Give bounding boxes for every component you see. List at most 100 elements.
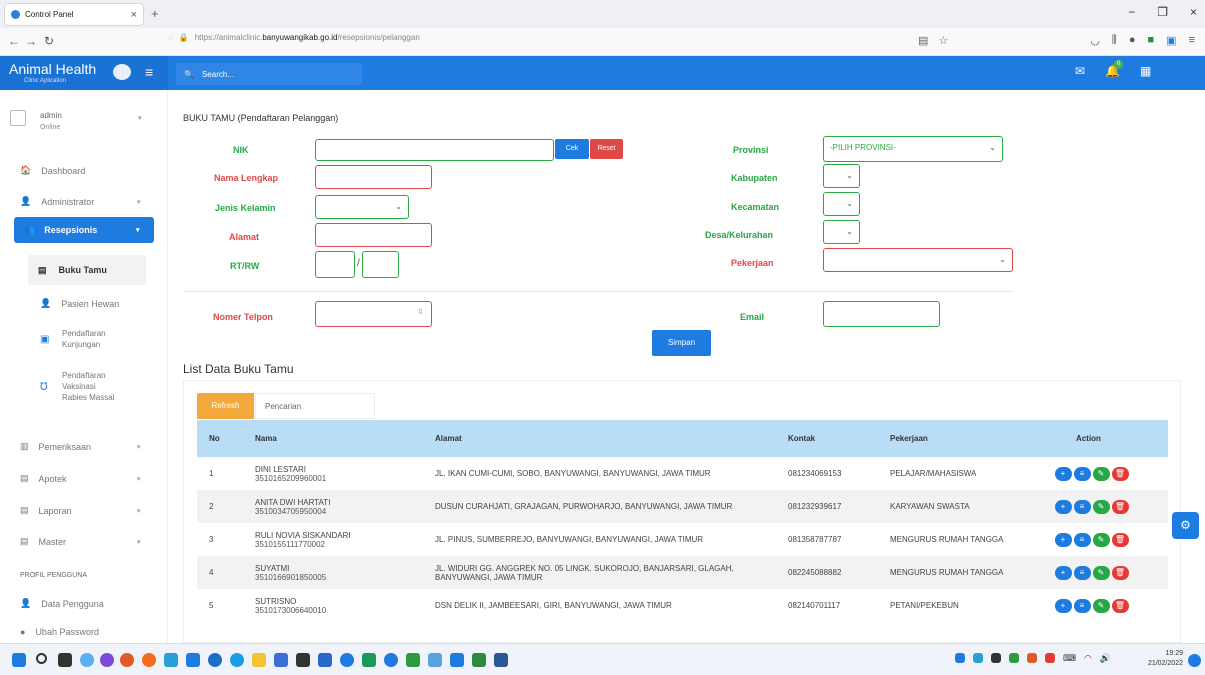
tray-icon[interactable]	[991, 653, 1001, 663]
edit-icon[interactable]: ✎	[1092, 598, 1110, 613]
firefox-icon[interactable]	[142, 653, 156, 667]
user-menu-chevron-icon[interactable]: ▾	[138, 114, 142, 122]
list-icon[interactable]: ≡	[1073, 499, 1091, 514]
delete-icon[interactable]: 🗑	[1111, 532, 1129, 547]
sidebar-item-data-pengguna[interactable]: 👤 Data Pengguna	[20, 598, 104, 609]
pocket-icon[interactable]: ◡	[1090, 34, 1100, 47]
notification-bell-icon[interactable]: 🔔 0	[1105, 60, 1124, 78]
list-icon[interactable]: ≡	[1073, 532, 1091, 547]
taskbar-app-icon[interactable]	[120, 653, 134, 667]
apps-grid-icon[interactable]: ▦	[1140, 64, 1151, 78]
edge-icon[interactable]	[230, 653, 244, 667]
edit-icon[interactable]: ✎	[1092, 499, 1110, 514]
edit-icon[interactable]: ✎	[1092, 466, 1110, 481]
sidebar-item-pendaftaran-kunjungan[interactable]: Pendaftaran Kunjungan	[62, 328, 106, 350]
taskbar-app-icon[interactable]	[80, 653, 94, 667]
sidebar-item-vaksinasi[interactable]: Pendaftaran Vaksinasi Rabies Massal	[62, 370, 114, 403]
sidebar-item-resepsionis[interactable]: 👥 Resepsionis ▾	[14, 217, 154, 243]
taskbar-app-icon[interactable]	[208, 653, 222, 667]
taskbar-app-icon[interactable]	[472, 653, 486, 667]
tray-icon[interactable]	[1045, 653, 1055, 663]
sidebar-item-ubah-password[interactable]: ● Ubah Password	[20, 627, 99, 637]
kabupaten-select[interactable]: ⌄	[823, 164, 860, 188]
back-icon[interactable]: ←	[8, 34, 20, 48]
jenis-kelamin-select[interactable]: ⌄	[315, 195, 409, 219]
windows-start-icon[interactable]	[12, 653, 26, 667]
word-icon[interactable]	[494, 653, 508, 667]
kecamatan-select[interactable]: ⌄	[823, 192, 860, 216]
pekerjaan-select[interactable]: ⌄	[823, 248, 1013, 272]
extension-icon[interactable]: ■	[1148, 34, 1155, 47]
volume-icon[interactable]: 🔊	[1100, 653, 1111, 664]
library-icon[interactable]: ⫼	[1112, 34, 1117, 47]
provinsi-select[interactable]: -PILIH PROVINSI- ⌄	[823, 136, 1003, 162]
tray-icon[interactable]	[1027, 653, 1037, 663]
sidebar-item-pasien-hewan[interactable]: 👤 Pasien Hewan	[40, 298, 119, 309]
list-icon[interactable]: ≡	[1073, 565, 1091, 580]
close-window-icon[interactable]: ×	[1190, 5, 1197, 19]
alamat-field[interactable]	[315, 223, 432, 247]
delete-icon[interactable]: 🗑	[1111, 499, 1129, 514]
keyboard-icon[interactable]: ⌨	[1063, 653, 1076, 664]
taskbar-app-icon[interactable]	[362, 653, 376, 667]
nama-field[interactable]	[315, 165, 432, 189]
sidebar-item-buku-tamu[interactable]: ▤ Buku Tamu	[28, 255, 146, 285]
delete-icon[interactable]: 🗑	[1111, 565, 1129, 580]
nik-field[interactable]	[315, 139, 554, 161]
taskbar-app-icon[interactable]	[274, 653, 288, 667]
search-icon[interactable]	[36, 653, 47, 664]
delete-icon[interactable]: 🗑	[1111, 466, 1129, 481]
delete-icon[interactable]: 🗑	[1111, 598, 1129, 613]
account-icon[interactable]: ●	[1129, 34, 1136, 47]
photos-icon[interactable]	[428, 653, 442, 667]
add-icon[interactable]: +	[1054, 466, 1072, 481]
settings-gear-icon[interactable]: ⚙	[1172, 512, 1199, 539]
maximize-icon[interactable]: ❐	[1157, 5, 1168, 19]
reload-icon[interactable]: ↻	[44, 34, 54, 48]
list-icon[interactable]: ≡	[1073, 466, 1091, 481]
file-explorer-icon[interactable]	[252, 653, 266, 667]
sidebar-item-apotek[interactable]: ▤ Apotek ▾	[20, 473, 141, 484]
sidebar-item-pemeriksaan[interactable]: ▥ Pemeriksaan ▾	[20, 441, 141, 452]
taskbar-app-icon[interactable]	[340, 653, 354, 667]
list-icon[interactable]: ≡	[1073, 598, 1091, 613]
tab-pencarian[interactable]: Pencarian	[255, 393, 375, 419]
reader-icon[interactable]: ▤	[918, 34, 928, 47]
tray-icon[interactable]	[1009, 653, 1019, 663]
tray-icon[interactable]	[973, 653, 983, 663]
address-bar[interactable]: ◌ 🔒 https://animalclinic.banyuwangikab.g…	[168, 33, 420, 42]
menu-icon[interactable]: ≡	[1189, 34, 1195, 47]
taskbar-app-icon[interactable]	[450, 653, 464, 667]
email-field[interactable]	[823, 301, 940, 327]
extension-icon[interactable]: ▣	[1166, 34, 1176, 47]
close-tab-icon[interactable]: ×	[131, 9, 137, 21]
add-icon[interactable]: +	[1054, 499, 1072, 514]
taskbar-app-icon[interactable]	[186, 653, 200, 667]
sidebar-item-dashboard[interactable]: 🏠 Dashboard	[20, 165, 85, 176]
bookmark-star-icon[interactable]: ☆	[938, 34, 948, 47]
cek-button[interactable]: Cek	[555, 139, 589, 159]
taskbar-app-icon[interactable]	[406, 653, 420, 667]
sidebar-item-administrator[interactable]: 👤 Administrator ▾	[20, 196, 141, 207]
taskbar-app-icon[interactable]	[296, 653, 310, 667]
edit-icon[interactable]: ✎	[1092, 532, 1110, 547]
rw-field[interactable]	[362, 251, 399, 278]
chrome-icon[interactable]	[384, 653, 398, 667]
mail-icon[interactable]: ✉	[1075, 64, 1085, 78]
sidebar-item-laporan[interactable]: ▤ Laporan ▾	[20, 505, 141, 516]
add-icon[interactable]: +	[1054, 598, 1072, 613]
minimize-icon[interactable]: −	[1128, 5, 1135, 19]
tab-refresh[interactable]: Refresh	[197, 393, 254, 419]
task-view-icon[interactable]	[58, 653, 72, 667]
wifi-icon[interactable]: ◠	[1084, 653, 1092, 664]
clock[interactable]: 19:29 21/02/2022	[1148, 649, 1183, 669]
rt-field[interactable]	[315, 251, 355, 278]
add-icon[interactable]: +	[1054, 565, 1072, 580]
search-input[interactable]: 🔍 Search...	[176, 63, 362, 85]
reset-button[interactable]: Reset	[590, 139, 623, 159]
telp-field[interactable]: ⇳	[315, 301, 432, 327]
simpan-button[interactable]: Simpan	[652, 330, 711, 356]
hamburger-menu-icon[interactable]: ≡	[145, 64, 153, 80]
spinner-icon[interactable]: ⇳	[417, 307, 424, 316]
forward-icon[interactable]: →	[25, 34, 37, 48]
